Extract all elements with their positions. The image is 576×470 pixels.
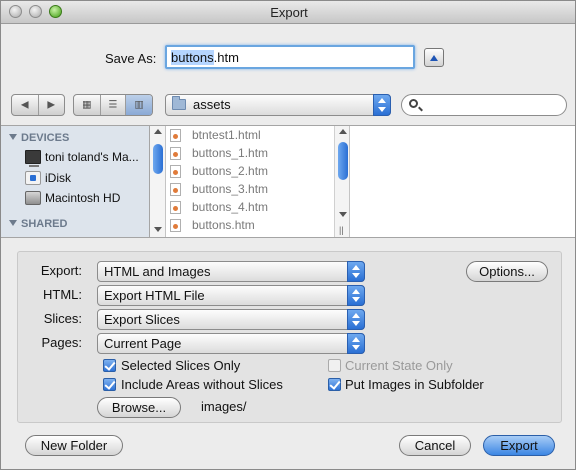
new-folder-button[interactable]: New Folder bbox=[25, 435, 123, 456]
devices-header[interactable]: DEVICES bbox=[9, 132, 69, 144]
html-file-icon bbox=[170, 147, 181, 160]
file-list: btntest1.html buttons_1.htm buttons_2.ht… bbox=[166, 126, 334, 237]
html-popup[interactable]: Export HTML File bbox=[97, 285, 365, 306]
disclosure-triangle-icon bbox=[9, 134, 17, 140]
disclosure-triangle-icon bbox=[9, 220, 17, 226]
html-label: HTML: bbox=[43, 287, 82, 302]
scroll-down-icon bbox=[339, 212, 347, 217]
nav-buttons: ◀ ▶ bbox=[11, 94, 65, 116]
search-field[interactable] bbox=[401, 94, 567, 116]
html-file-icon bbox=[170, 201, 181, 214]
forward-button[interactable]: ▶ bbox=[39, 95, 65, 115]
list-icon: ☰ bbox=[108, 99, 118, 111]
slices-popup[interactable]: Export Slices bbox=[97, 309, 365, 330]
cancel-button[interactable]: Cancel bbox=[399, 435, 471, 456]
icon-view-button[interactable]: ▦ bbox=[74, 95, 101, 115]
location-popup[interactable]: assets bbox=[165, 94, 391, 116]
file-browser: DEVICES toni toland's Ma... iDisk Macint… bbox=[1, 125, 575, 238]
scroll-thumb[interactable] bbox=[338, 142, 348, 180]
html-file-icon bbox=[170, 183, 181, 196]
location-text: assets bbox=[193, 97, 231, 112]
pages-value: Current Page bbox=[104, 336, 182, 351]
export-type-value: HTML and Images bbox=[104, 264, 211, 279]
preview-pane bbox=[350, 126, 575, 237]
put-images-subfolder-checkbox[interactable] bbox=[328, 378, 341, 391]
folder-column-scrollbar[interactable] bbox=[150, 126, 166, 237]
scroll-down-icon bbox=[154, 227, 162, 232]
html-file-icon bbox=[170, 165, 181, 178]
column-resize-handle[interactable]: || bbox=[339, 225, 344, 235]
title-bar: Export bbox=[1, 1, 575, 24]
export-options-panel: Export: HTML and Images Options... HTML:… bbox=[17, 251, 562, 423]
folder-icon bbox=[172, 96, 186, 110]
include-areas-checkbox[interactable] bbox=[103, 378, 116, 391]
slices-value: Export Slices bbox=[104, 312, 180, 327]
search-icon bbox=[409, 99, 418, 108]
shared-header[interactable]: SHARED bbox=[9, 218, 67, 230]
list-view-button[interactable]: ☰ bbox=[101, 95, 127, 115]
file-list-scrollbar[interactable]: || bbox=[334, 126, 350, 237]
scroll-up-icon bbox=[154, 129, 162, 134]
collapse-browser-button[interactable] bbox=[424, 48, 444, 67]
computer-icon bbox=[25, 150, 41, 167]
popup-stepper-icon bbox=[347, 309, 365, 330]
current-state-only-checkbox bbox=[328, 359, 341, 372]
images-folder-path: images/ bbox=[201, 399, 247, 414]
current-state-only-label: Current State Only bbox=[345, 358, 453, 373]
export-dialog: Export Save As: buttons.htm ◀ ▶ ▦ ☰ ▥ as… bbox=[0, 0, 576, 470]
include-areas-label: Include Areas without Slices bbox=[121, 377, 283, 392]
hard-drive-icon bbox=[25, 191, 41, 205]
save-as-extension-text: .htm bbox=[213, 50, 239, 65]
popup-stepper-icon bbox=[347, 261, 365, 282]
html-value: Export HTML File bbox=[104, 288, 205, 303]
save-as-input[interactable]: buttons.htm bbox=[165, 45, 415, 69]
sidebar: DEVICES toni toland's Ma... iDisk Macint… bbox=[1, 126, 150, 237]
pages-popup[interactable]: Current Page bbox=[97, 333, 365, 354]
sidebar-item-label: iDisk bbox=[45, 171, 71, 185]
sidebar-item-label: toni toland's Ma... bbox=[45, 150, 139, 164]
export-label: Export: bbox=[40, 263, 82, 278]
save-as-label: Save As: bbox=[105, 51, 157, 66]
idisk-icon bbox=[25, 171, 41, 185]
pages-label: Pages: bbox=[41, 335, 82, 350]
scroll-up-icon bbox=[339, 129, 347, 134]
popup-stepper-icon bbox=[347, 333, 365, 354]
sidebar-item-label: Macintosh HD bbox=[45, 191, 121, 205]
columns-icon: ▥ bbox=[134, 99, 144, 111]
window-title: Export bbox=[270, 5, 308, 20]
save-as-selected-text: buttons bbox=[171, 50, 214, 65]
popup-stepper-icon bbox=[347, 285, 365, 306]
export-button[interactable]: Export bbox=[483, 435, 555, 456]
chevron-up-icon bbox=[430, 55, 438, 61]
grid-icon: ▦ bbox=[82, 99, 92, 111]
options-button[interactable]: Options... bbox=[466, 261, 548, 282]
browse-button[interactable]: Browse... bbox=[97, 397, 181, 418]
view-mode-buttons: ▦ ☰ ▥ bbox=[73, 94, 153, 116]
selected-slices-only-label: Selected Slices Only bbox=[121, 358, 241, 373]
column-view-button[interactable]: ▥ bbox=[126, 95, 152, 115]
back-arrow-icon: ◀ bbox=[20, 99, 29, 111]
back-button[interactable]: ◀ bbox=[12, 95, 39, 115]
selected-slices-only-checkbox[interactable] bbox=[103, 359, 116, 372]
scroll-thumb[interactable] bbox=[153, 144, 163, 174]
put-images-subfolder-label: Put Images in Subfolder bbox=[345, 377, 484, 392]
export-type-popup[interactable]: HTML and Images bbox=[97, 261, 365, 282]
popup-stepper-icon bbox=[373, 94, 391, 116]
forward-arrow-icon: ▶ bbox=[47, 99, 56, 111]
html-file-icon bbox=[170, 129, 181, 142]
slices-label: Slices: bbox=[43, 311, 82, 326]
html-file-icon bbox=[170, 219, 181, 232]
